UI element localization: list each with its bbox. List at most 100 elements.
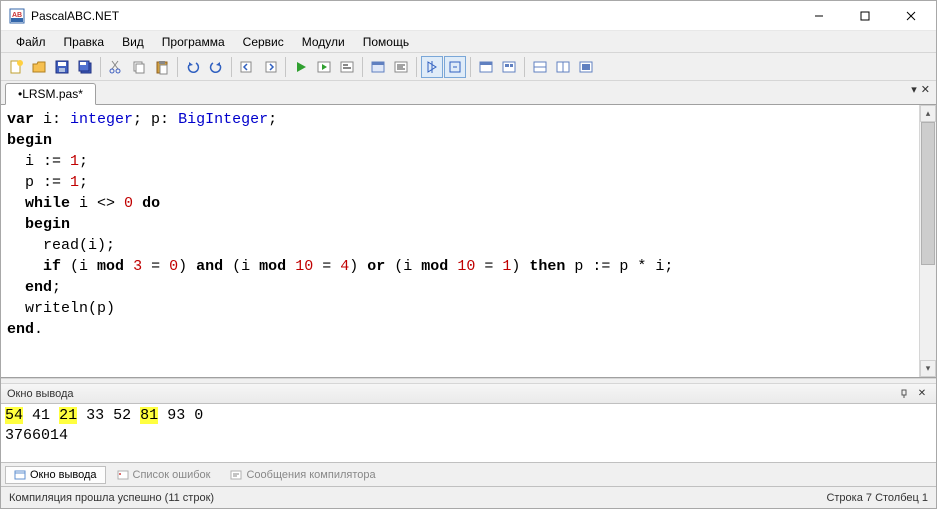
new-file-icon[interactable] [5,56,27,78]
code-token: 1 [70,174,79,191]
paste-icon[interactable] [151,56,173,78]
code-token [7,195,25,212]
run-icon[interactable] [290,56,312,78]
output-line: 3766014 [5,427,68,444]
bottom-tab-label: Сообщения компилятора [246,469,375,481]
pin-icon[interactable] [896,386,912,402]
code-token: . [34,321,43,338]
save-all-icon[interactable] [74,56,96,78]
output-panel-body[interactable]: 54 41 21 33 52 81 93 0 3766014 [1,404,936,462]
close-button[interactable] [888,1,934,31]
editor-tab[interactable]: •LRSM.pas* [5,83,96,105]
open-file-icon[interactable] [28,56,50,78]
menu-modules[interactable]: Модули [293,33,354,51]
code-token [448,258,457,275]
code-token: writeln(p) [7,300,115,317]
redo-icon[interactable] [205,56,227,78]
code-token: or [367,258,385,275]
scroll-up-icon[interactable]: ▴ [920,105,936,122]
menu-edit[interactable]: Правка [55,33,114,51]
window-title: PascalABC.NET [31,9,796,23]
code-token [286,258,295,275]
window2-icon[interactable] [498,56,520,78]
bottom-tab-errors[interactable]: Список ошибок [108,466,220,484]
code-token: integer [70,111,133,128]
toolbar-separator [100,57,101,77]
save-icon[interactable] [51,56,73,78]
scroll-thumb[interactable] [921,122,935,265]
output-token [23,407,32,424]
status-bar: Компиляция прошла успешно (11 строк) Стр… [1,486,936,508]
tab-close-icon[interactable]: ✕ [921,83,930,96]
status-message: Компиляция прошла успешно (11 строк) [9,492,214,504]
status-cursor-position: Строка 7 Столбец 1 [826,492,928,504]
form-designer-icon[interactable] [367,56,389,78]
window4-icon[interactable] [552,56,574,78]
toolbar-separator [470,57,471,77]
code-token: i := [7,153,70,170]
maximize-button[interactable] [842,1,888,31]
output-token: 33 [86,407,104,424]
step-over-icon[interactable] [444,56,466,78]
code-token: 10 [457,258,475,275]
code-token: end [25,279,52,296]
code-token: and [196,258,223,275]
output-panel-title: Окно вывода [7,388,74,400]
code-token [133,195,142,212]
nav-forward-icon[interactable] [259,56,281,78]
scroll-down-icon[interactable]: ▾ [920,360,936,377]
bottom-tab-compiler[interactable]: Сообщения компилятора [221,466,384,484]
code-editor[interactable]: var i: integer; p: BigInteger; begin i :… [1,105,919,377]
minimize-button[interactable] [796,1,842,31]
code-token: ) [511,258,529,275]
code-token: 1 [70,153,79,170]
code-token: then [529,258,565,275]
compile-icon[interactable] [336,56,358,78]
nav-back-icon[interactable] [236,56,258,78]
code-token: ; [79,174,88,191]
menu-bar: Файл Правка Вид Программа Сервис Модули … [1,31,936,53]
compiler-tab-icon [230,469,242,481]
code-token: = [475,258,502,275]
output-token [50,407,59,424]
cut-icon[interactable] [105,56,127,78]
editor-area: var i: integer; p: BigInteger; begin i :… [1,105,936,378]
code-token: p := p * i; [565,258,673,275]
code-token: ) [178,258,196,275]
run-noargs-icon[interactable] [313,56,335,78]
toolbar-separator [231,57,232,77]
window3-icon[interactable] [529,56,551,78]
code-token [7,279,25,296]
bottom-tab-output[interactable]: Окно вывода [5,466,106,484]
code-token: do [142,195,160,212]
menu-service[interactable]: Сервис [234,33,293,51]
menu-help[interactable]: Помощь [354,33,418,51]
toolbar-separator [285,57,286,77]
menu-file[interactable]: Файл [7,33,55,51]
editor-scrollbar[interactable]: ▴ ▾ [919,105,936,377]
window1-icon[interactable] [475,56,497,78]
menu-view[interactable]: Вид [113,33,153,51]
menu-program[interactable]: Программа [153,33,234,51]
undo-icon[interactable] [182,56,204,78]
step-into-icon[interactable] [421,56,443,78]
window5-icon[interactable] [575,56,597,78]
tab-controls: ▾ ✕ [911,83,930,96]
bottom-tab-label: Окно вывода [30,469,97,481]
close-panel-icon[interactable]: ✕ [914,386,930,402]
toolbar-separator [416,57,417,77]
code-token: (i [385,258,421,275]
code-token: ) [349,258,367,275]
code-token: 3 [133,258,142,275]
toolbar-separator [524,57,525,77]
tab-dropdown-icon[interactable]: ▾ [911,83,917,96]
code-view-icon[interactable] [390,56,412,78]
output-token [131,407,140,424]
output-token [158,407,167,424]
copy-icon[interactable] [128,56,150,78]
code-token: begin [25,216,70,233]
code-token: end [7,321,34,338]
window-controls [796,1,934,31]
scroll-track[interactable] [920,122,936,360]
code-token: 0 [169,258,178,275]
